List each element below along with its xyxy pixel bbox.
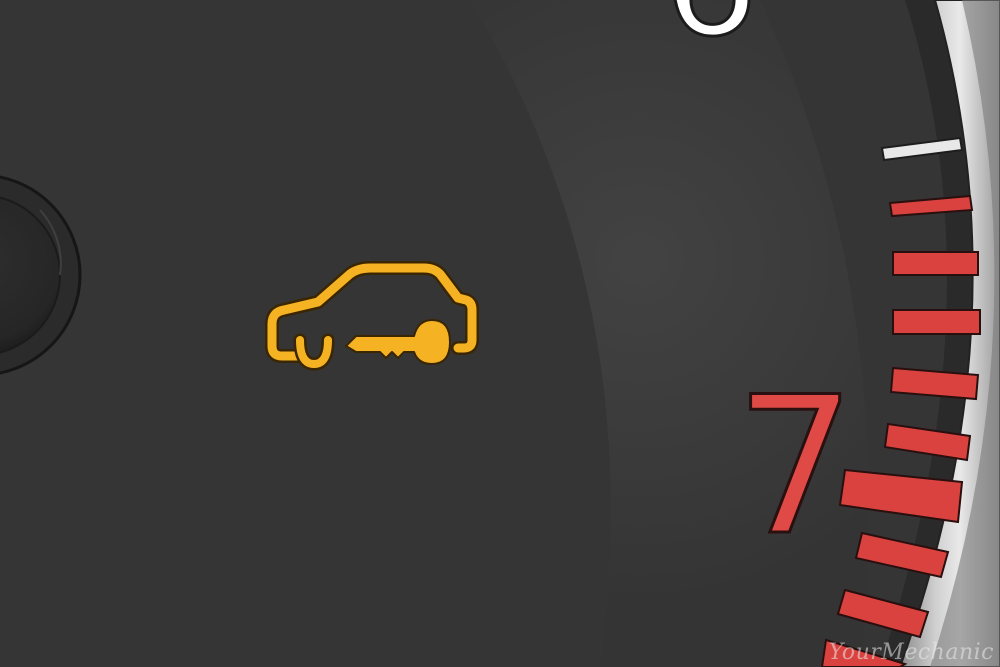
instrument-cluster: 6 7 YourMechanic	[0, 0, 1000, 667]
watermark-logo: YourMechanic	[828, 640, 994, 665]
tach-numeral-7: 7	[734, 356, 858, 577]
redline-tick	[892, 251, 979, 276]
redline-tick	[892, 309, 981, 335]
tach-numeral-6: 6	[661, 0, 759, 60]
